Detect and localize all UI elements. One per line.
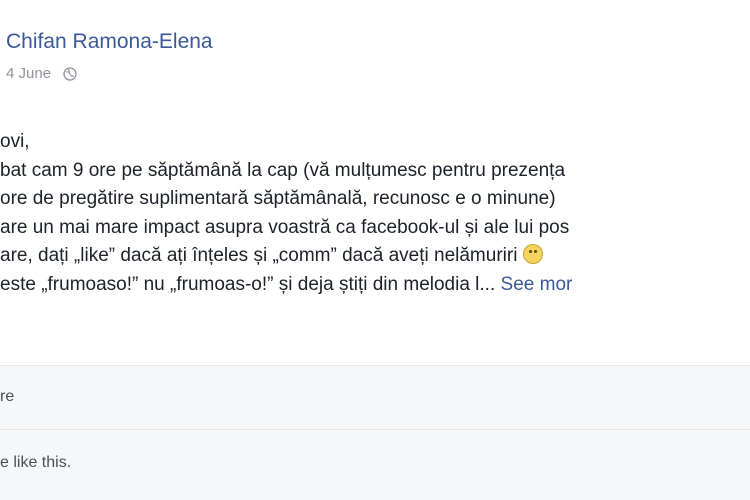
post-line-4: are un mai mare impact asupra voastră ca… [0, 216, 570, 238]
likes-summary[interactable]: e like this. [0, 454, 71, 472]
action-row-label[interactable]: re [0, 388, 14, 406]
post-line-2: bat cam 9 ore pe săptămână la cap (vă mu… [0, 159, 566, 181]
post-line-1: ovi, [0, 131, 30, 152]
post-line-6: este „frumoaso!” nu „frumoas-o!” și deja… [0, 273, 573, 295]
see-more-link[interactable]: See mor [501, 274, 573, 295]
post-meta: 4 June [6, 65, 77, 82]
post-line-3: ore de pregătire suplimentară săptămânal… [0, 188, 556, 209]
post-date-link[interactable]: 4 June [6, 65, 51, 82]
post-footer: re e like this. [0, 366, 750, 500]
post-line-5: are, dați „like” dacă ați înțeles și „co… [0, 242, 750, 271]
globe-icon[interactable] [63, 66, 77, 81]
post-body: ovi, bat cam 9 ore pe săptămână la cap (… [0, 128, 750, 299]
footer-divider [0, 429, 750, 430]
author-name-link[interactable]: Chifan Ramona-Elena [6, 30, 213, 54]
smiley-emoji-icon [522, 244, 543, 264]
